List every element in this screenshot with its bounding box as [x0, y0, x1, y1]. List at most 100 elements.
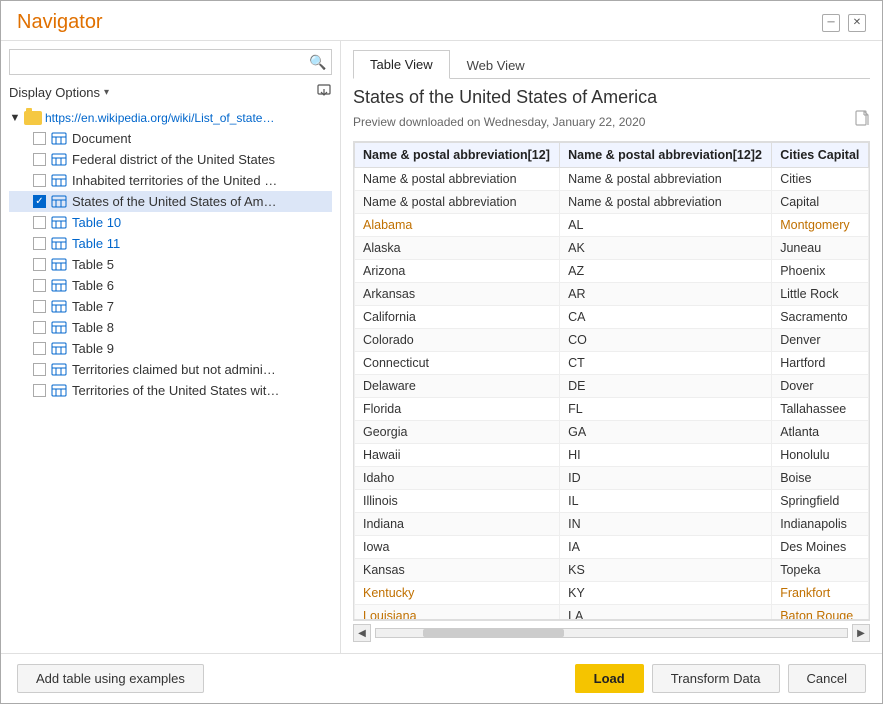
- table-cell-col3: Juneau: [772, 237, 869, 260]
- search-input[interactable]: [10, 50, 305, 74]
- list-item[interactable]: Table 6: [9, 275, 332, 296]
- table-cell-col2: Name & postal abbreviation: [560, 168, 772, 191]
- table-cell-col2: AL: [560, 214, 772, 237]
- list-item[interactable]: Table 7: [9, 296, 332, 317]
- table-cell-col2: AR: [560, 283, 772, 306]
- table-icon: [50, 279, 68, 293]
- list-item[interactable]: ✓ States of the United States of America: [9, 191, 332, 212]
- table-cell-col2: CT: [560, 352, 772, 375]
- checkbox-6[interactable]: [33, 258, 46, 271]
- list-item[interactable]: Table 11: [9, 233, 332, 254]
- tree-expand-arrow[interactable]: ▼: [9, 112, 21, 124]
- window-title: Navigator: [17, 11, 103, 34]
- table-cell-col3: Capital: [772, 191, 869, 214]
- add-table-button[interactable]: Add table using examples: [17, 664, 204, 693]
- table-cell-col2: IL: [560, 490, 772, 513]
- checkbox-8[interactable]: [33, 300, 46, 313]
- display-options-button[interactable]: Display Options ▾: [9, 85, 109, 100]
- checkbox-2[interactable]: [33, 174, 46, 187]
- table-row: KentuckyKYFrankfort: [355, 582, 869, 605]
- table-cell-col1: Alaska: [355, 237, 560, 260]
- scroll-right-arrow[interactable]: ▶: [852, 624, 870, 642]
- table-cell-col3: Denver: [772, 329, 869, 352]
- checkbox-9[interactable]: [33, 321, 46, 334]
- table-row: FloridaFLTallahassee: [355, 398, 869, 421]
- minimize-button[interactable]: ─: [822, 14, 840, 32]
- list-item[interactable]: Inhabited territories of the United Stat…: [9, 170, 332, 191]
- checkbox-11[interactable]: [33, 363, 46, 376]
- table-header-col1: Name & postal abbreviation[12]: [355, 143, 560, 168]
- checkbox-3[interactable]: ✓: [33, 195, 46, 208]
- table-row: IowaIADes Moines: [355, 536, 869, 559]
- table-cell-col3: Little Rock: [772, 283, 869, 306]
- list-item[interactable]: Table 9: [9, 338, 332, 359]
- tree-item-label-2: Inhabited territories of the United Stat…: [72, 173, 282, 188]
- tree-item-label-4: Table 10: [72, 215, 121, 230]
- transform-data-button[interactable]: Transform Data: [652, 664, 780, 693]
- list-item[interactable]: Federal district of the United States: [9, 149, 332, 170]
- table-cell-col1: Name & postal abbreviation: [355, 191, 560, 214]
- tree-item-label-12: Territories of the United States with no…: [72, 383, 282, 398]
- table-icon: [50, 195, 68, 209]
- search-icon[interactable]: 🔍: [305, 49, 331, 75]
- table-cell-col2: KY: [560, 582, 772, 605]
- import-icon[interactable]: [316, 83, 332, 102]
- scroll-track[interactable]: [375, 628, 848, 638]
- checkbox-10[interactable]: [33, 342, 46, 355]
- checkbox-5[interactable]: [33, 237, 46, 250]
- footer: Add table using examples Load Transform …: [1, 653, 882, 703]
- table-icon: [50, 342, 68, 356]
- list-item[interactable]: Table 5: [9, 254, 332, 275]
- table-cell-col2: IA: [560, 536, 772, 559]
- table-cell-col2: HI: [560, 444, 772, 467]
- close-button[interactable]: ✕: [848, 14, 866, 32]
- table-row: ColoradoCODenver: [355, 329, 869, 352]
- table-cell-col3: Topeka: [772, 559, 869, 582]
- list-item[interactable]: Document: [9, 128, 332, 149]
- scroll-left-arrow[interactable]: ◀: [353, 624, 371, 642]
- tree-item-label-5: Table 11: [72, 236, 120, 251]
- table-cell-col1: Kansas: [355, 559, 560, 582]
- table-icon: [50, 216, 68, 230]
- checkbox-0[interactable]: [33, 132, 46, 145]
- table-cell-col1: Delaware: [355, 375, 560, 398]
- table-row: Name & postal abbreviationName & postal …: [355, 168, 869, 191]
- tab-table-view[interactable]: Table View: [353, 50, 450, 79]
- table-icon: [50, 237, 68, 251]
- table-cell-col2: ID: [560, 467, 772, 490]
- table-cell-col3: Boise: [772, 467, 869, 490]
- horizontal-scrollbar[interactable]: ◀ ▶: [353, 620, 870, 645]
- checkbox-1[interactable]: [33, 153, 46, 166]
- tab-web-view[interactable]: Web View: [450, 50, 542, 79]
- list-item[interactable]: Table 8: [9, 317, 332, 338]
- checkbox-4[interactable]: [33, 216, 46, 229]
- table-row: HawaiiHIHonolulu: [355, 444, 869, 467]
- list-item[interactable]: Territories claimed but not administered…: [9, 359, 332, 380]
- table-cell-col3: Phoenix: [772, 260, 869, 283]
- data-table-container[interactable]: Name & postal abbreviation[12] Name & po…: [353, 141, 870, 620]
- table-row: DelawareDEDover: [355, 375, 869, 398]
- navigator-window: Navigator ─ ✕ 🔍 Display Options ▾: [0, 0, 883, 704]
- list-item[interactable]: Territories of the United States with no…: [9, 380, 332, 401]
- tree-container: ▼ https://en.wikipedia.org/wiki/List_of_…: [9, 108, 332, 645]
- checkbox-7[interactable]: [33, 279, 46, 292]
- document-icon[interactable]: [854, 110, 870, 133]
- table-row: LouisianaLABaton Rouge: [355, 605, 869, 621]
- cancel-button[interactable]: Cancel: [788, 664, 866, 693]
- tree-root-item[interactable]: ▼ https://en.wikipedia.org/wiki/List_of_…: [9, 108, 332, 128]
- chevron-down-icon: ▾: [104, 87, 109, 98]
- table-cell-col1: Illinois: [355, 490, 560, 513]
- checkbox-12[interactable]: [33, 384, 46, 397]
- display-options-label: Display Options: [9, 85, 100, 100]
- table-row: KansasKSTopeka: [355, 559, 869, 582]
- table-cell-col1: Indiana: [355, 513, 560, 536]
- load-button[interactable]: Load: [575, 664, 644, 693]
- table-cell-col3: Atlanta: [772, 421, 869, 444]
- list-item[interactable]: Table 10: [9, 212, 332, 233]
- table-icon: [50, 132, 68, 146]
- table-cell-col3: Des Moines: [772, 536, 869, 559]
- table-cell-col2: Name & postal abbreviation: [560, 191, 772, 214]
- tabs-row: Table View Web View: [353, 49, 870, 79]
- footer-right: Load Transform Data Cancel: [575, 664, 866, 693]
- folder-icon: [24, 111, 42, 125]
